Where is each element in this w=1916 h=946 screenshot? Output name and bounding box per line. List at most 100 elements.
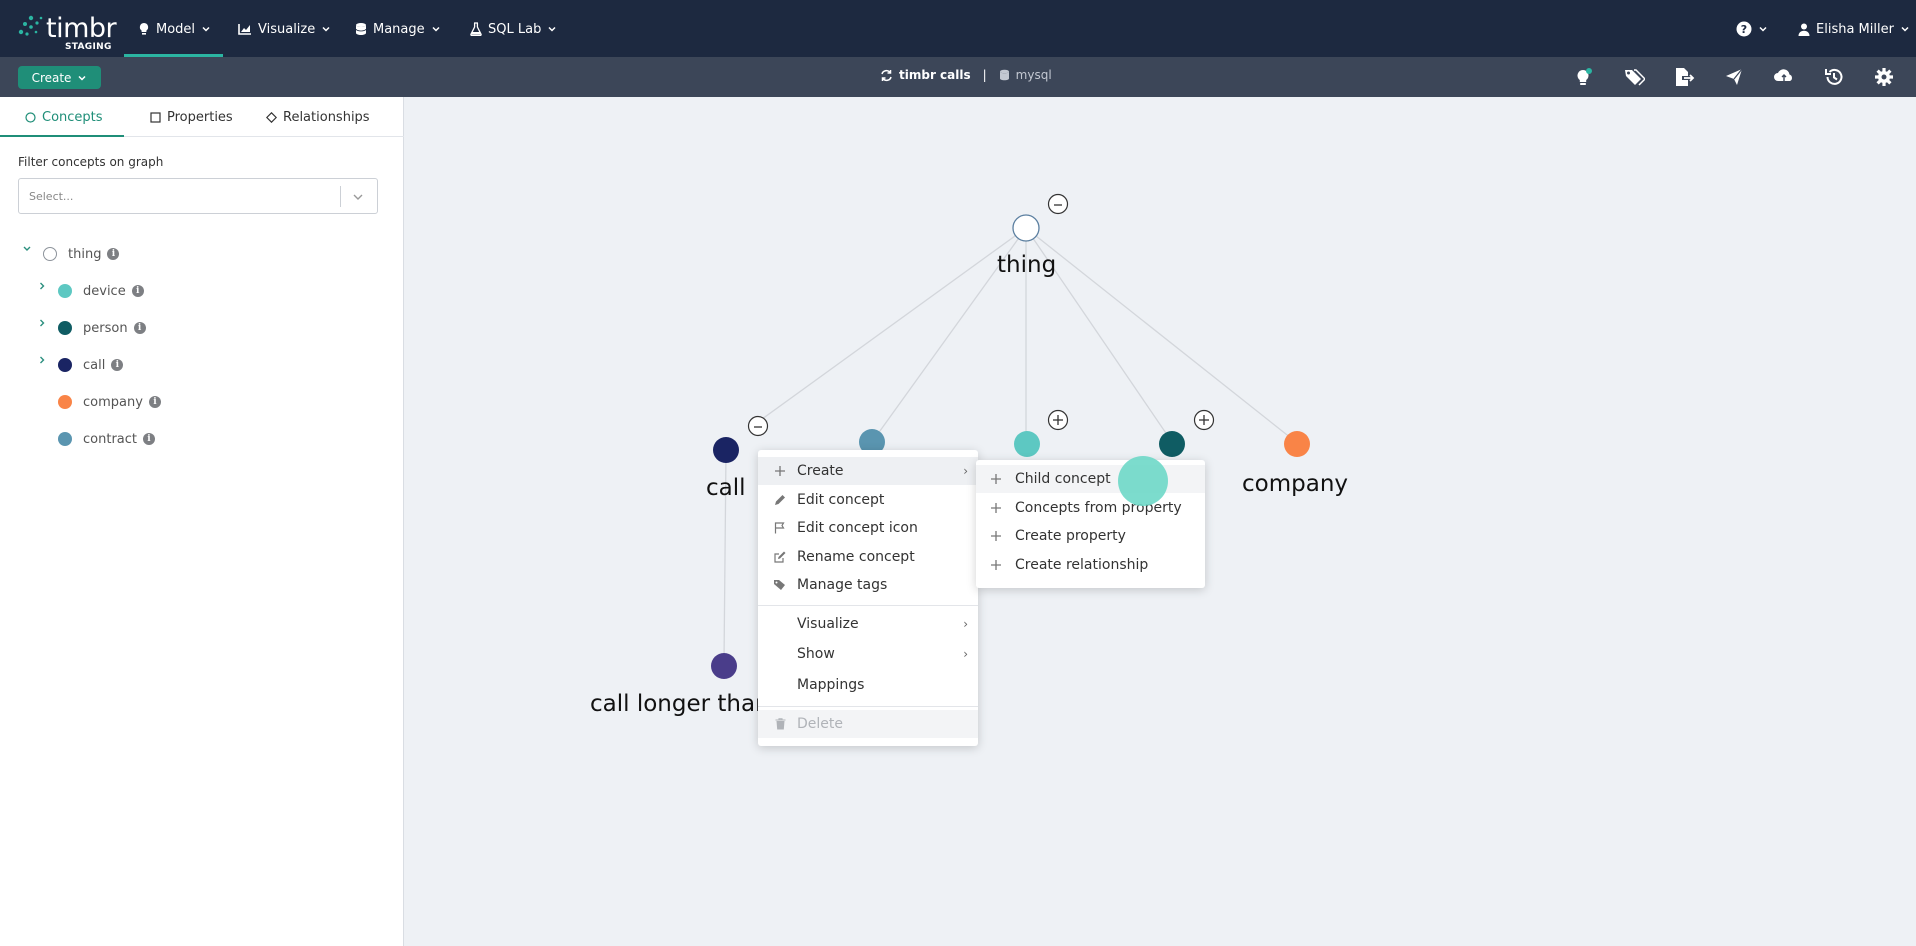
nav-visualize[interactable]: Visualize	[238, 18, 331, 40]
switch-icon	[881, 69, 892, 81]
diamond-outline-icon	[266, 111, 277, 123]
menu-item-edit-concept-icon[interactable]: Edit concept icon	[758, 514, 978, 542]
logo-text: timbr	[46, 13, 117, 44]
info-icon[interactable]: i	[111, 359, 124, 371]
timbr-logo[interactable]: timbr STAGING	[16, 9, 117, 53]
lightbulb-icon	[139, 23, 149, 35]
kg-separator: |	[982, 68, 987, 82]
flag-icon	[773, 521, 787, 535]
info-icon[interactable]: i	[131, 285, 144, 297]
graph-label-thing: thing	[997, 252, 1057, 278]
plus-icon	[991, 503, 1001, 513]
knowledge-graph-title[interactable]: timbr calls | mysql	[880, 68, 1052, 82]
menu-item-label: Visualize	[797, 616, 859, 632]
nav-sql-lab-label: SQL Lab	[488, 21, 542, 37]
collapse-toggle-call[interactable]	[747, 415, 769, 437]
share-icon[interactable]	[1723, 66, 1745, 88]
submenu-item-concepts-from-property[interactable]: Concepts from property	[976, 494, 1205, 522]
nav-manage[interactable]: Manage	[355, 18, 441, 40]
edit-box-icon	[773, 550, 787, 564]
tab-concepts[interactable]: Concepts	[25, 97, 103, 137]
edge-thing-call	[757, 227, 1027, 423]
submenu-item-create-relationship[interactable]: Create relationship	[976, 551, 1205, 579]
tab-relationships[interactable]: Relationships	[266, 97, 370, 137]
menu-item-label: Create	[797, 463, 844, 479]
tree-item-contract[interactable]: contract i	[58, 429, 155, 449]
graph-node-call-longer-than[interactable]	[711, 653, 737, 679]
chevron-down-icon	[548, 26, 556, 32]
circle-outline-icon	[25, 111, 36, 123]
tree-item-company[interactable]: company i	[58, 392, 161, 412]
concepts-sidebar: Concepts Properties Relationships Filter…	[0, 97, 404, 946]
info-icon[interactable]: i	[107, 248, 120, 260]
settings-icon[interactable]	[1873, 66, 1895, 88]
cloud-sync-icon[interactable]	[1773, 66, 1795, 88]
tree-item-call[interactable]: call i	[58, 355, 124, 375]
graph-node-thing[interactable]	[1012, 214, 1040, 242]
tree-item-person[interactable]: person i	[58, 318, 146, 338]
history-icon[interactable]	[1823, 66, 1845, 88]
chevron-right-icon: ›	[963, 617, 968, 631]
help-icon: ?	[1736, 21, 1752, 37]
menu-item-rename-concept[interactable]: Rename concept	[758, 543, 978, 571]
chevron-down-icon[interactable]	[352, 191, 364, 203]
expand-toggle-device[interactable]	[1047, 409, 1069, 431]
concept-dot	[43, 247, 57, 261]
chevron-right-icon[interactable]	[37, 355, 47, 365]
graph-label-company: company	[1242, 471, 1349, 497]
menu-item-delete[interactable]: Delete	[758, 710, 978, 738]
menu-item-show[interactable]: Show ›	[758, 640, 978, 668]
help-menu[interactable]: ?	[1736, 18, 1768, 40]
tree-item-label: call	[83, 357, 106, 373]
concept-context-menu: Create › Edit concept Edit concept icon …	[758, 450, 978, 746]
submenu-item-label: Create relationship	[1015, 557, 1149, 573]
graph-node-call[interactable]	[713, 437, 739, 463]
submenu-item-label: Create property	[1015, 528, 1126, 544]
submenu-item-child-concept[interactable]: Child concept	[976, 465, 1205, 493]
expand-toggle-person[interactable]	[1193, 409, 1215, 431]
tree-item-device[interactable]: device i	[58, 281, 144, 301]
nav-manage-label: Manage	[373, 21, 425, 37]
menu-item-create[interactable]: Create ›	[758, 457, 978, 485]
menu-item-label: Rename concept	[797, 549, 915, 565]
chevron-right-icon[interactable]	[37, 281, 47, 291]
logo-dots-icon	[18, 15, 43, 36]
tab-properties[interactable]: Properties	[150, 97, 233, 137]
top-navbar: timbr STAGING Model Visualize Manage SQL…	[0, 0, 1916, 57]
filter-label: Filter concepts on graph	[18, 155, 164, 169]
concept-dot	[58, 395, 72, 409]
chevron-right-icon[interactable]	[37, 318, 47, 328]
create-button[interactable]: Create	[18, 66, 101, 89]
info-icon[interactable]: i	[143, 433, 155, 445]
menu-item-manage-tags[interactable]: Manage tags	[758, 571, 978, 599]
filter-concepts-select[interactable]: Select...	[18, 178, 378, 214]
chevron-down-icon[interactable]	[22, 244, 32, 254]
tree-item-thing[interactable]: thing i	[43, 244, 120, 264]
concept-dot	[58, 284, 72, 298]
menu-item-visualize[interactable]: Visualize ›	[758, 610, 978, 638]
collapse-toggle-thing[interactable]	[1047, 193, 1069, 215]
tree-item-label: company	[83, 394, 143, 410]
graph-node-device[interactable]	[1014, 431, 1040, 457]
graph-node-company[interactable]	[1284, 431, 1310, 457]
user-menu[interactable]: Elisha Miller	[1798, 18, 1910, 40]
trash-icon	[773, 717, 787, 731]
graph-node-person[interactable]	[1159, 431, 1185, 457]
create-button-label: Create	[31, 70, 72, 85]
export-icon[interactable]	[1673, 66, 1695, 88]
nav-model[interactable]: Model	[138, 18, 211, 40]
chart-icon	[238, 24, 251, 35]
submenu-item-create-property[interactable]: Create property	[976, 522, 1205, 550]
submenu-item-label: Concepts from property	[1015, 500, 1182, 516]
menu-item-label: Delete	[797, 716, 843, 732]
menu-item-mappings[interactable]: Mappings	[758, 671, 978, 699]
menu-item-edit-concept[interactable]: Edit concept	[758, 486, 978, 514]
plus-icon	[991, 531, 1001, 541]
info-icon[interactable]: i	[148, 396, 161, 408]
tags-icon[interactable]	[1623, 66, 1645, 88]
suggestions-icon[interactable]	[1573, 66, 1595, 88]
nav-sql-lab[interactable]: SQL Lab	[470, 18, 557, 40]
plus-icon	[773, 464, 787, 478]
tree-item-label: thing	[68, 246, 102, 262]
info-icon[interactable]: i	[133, 322, 146, 334]
